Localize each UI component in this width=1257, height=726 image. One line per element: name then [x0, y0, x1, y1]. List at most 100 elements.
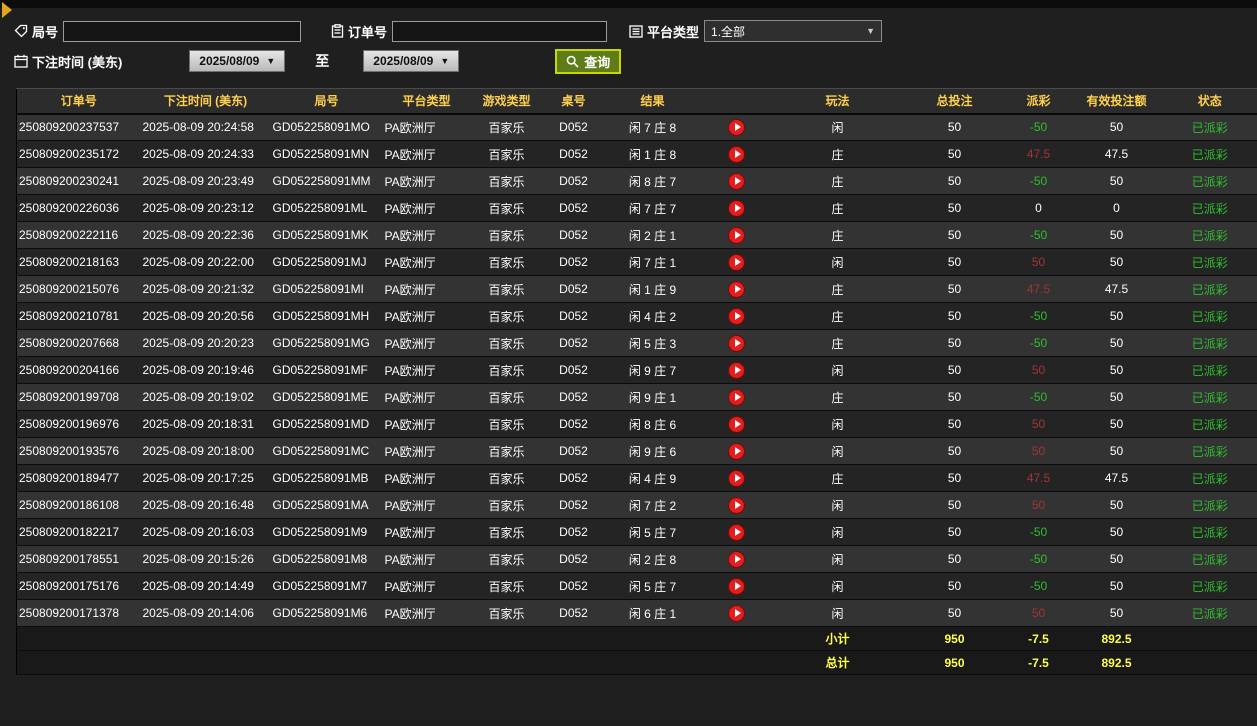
replay-cell: [700, 356, 773, 384]
payout-cell: 47.5: [1006, 140, 1071, 168]
round-number-input[interactable]: [63, 20, 302, 42]
bet-time-cell: 2025-08-09 20:24:33: [140, 140, 271, 168]
replay-play-icon[interactable]: [728, 523, 745, 541]
top-strip: [0, 0, 1257, 18]
valid-bet-cell: 50: [1070, 599, 1163, 627]
round-number-label: 局号: [32, 24, 59, 40]
order-cell: 250809200215076: [16, 275, 141, 303]
platform-type-label: 平台类型: [647, 24, 700, 40]
bet-time-cell: 2025-08-09 20:22:00: [140, 248, 271, 276]
table-number-cell: D052: [542, 356, 605, 384]
column-header: 平台类型: [382, 88, 471, 115]
play-type-cell: 庄: [772, 167, 903, 195]
table-row: 250809200222116 2025-08-09 20:22:36 GD0522…: [16, 221, 1257, 249]
payout-cell: 47.5: [1006, 275, 1071, 303]
game-type-cell: 百家乐: [470, 140, 543, 168]
status-cell: 已派彩: [1162, 545, 1257, 573]
play-type-cell: 庄: [772, 302, 903, 330]
round-cell: GD052258091M8: [270, 545, 383, 573]
filter-row-1: 局号 订单号 平台类型 1.全部 ▼: [14, 16, 1257, 46]
replay-cell: [700, 410, 773, 438]
date-to-button[interactable]: 2025/08/09 ▼: [363, 50, 460, 72]
total-payout: -7.5: [1006, 650, 1071, 675]
play-type-cell: 闲: [772, 572, 903, 600]
game-type-cell: 百家乐: [470, 464, 543, 492]
replay-play-icon[interactable]: [728, 118, 745, 136]
replay-cell: [700, 275, 773, 303]
bet-time-cell: 2025-08-09 20:19:02: [140, 383, 271, 411]
round-cell: GD052258091MB: [270, 464, 383, 492]
replay-play-icon[interactable]: [728, 604, 745, 622]
bet-time-cell: 2025-08-09 20:18:31: [140, 410, 271, 438]
total-spacer: [16, 650, 773, 675]
column-header: 有效投注额: [1070, 88, 1163, 115]
replay-play-icon[interactable]: [728, 145, 745, 163]
bet-time-cell: 2025-08-09 20:16:48: [140, 491, 271, 519]
platform-type-select[interactable]: 1.全部 ▼: [704, 20, 883, 42]
replay-play-icon[interactable]: [728, 307, 745, 325]
game-type-cell: 百家乐: [470, 518, 543, 546]
valid-bet-cell: 50: [1070, 437, 1163, 465]
replay-play-icon[interactable]: [728, 388, 745, 406]
payout-cell: 50: [1006, 248, 1071, 276]
table-row: 250809200178551 2025-08-09 20:15:26 GD0522…: [16, 545, 1257, 573]
status-cell: 已派彩: [1162, 275, 1257, 303]
table-number-cell: D052: [542, 518, 605, 546]
replay-play-icon[interactable]: [728, 496, 745, 514]
bet-time-cell: 2025-08-09 20:23:49: [140, 167, 271, 195]
order-cell: 250809200218163: [16, 248, 141, 276]
replay-play-icon[interactable]: [728, 361, 745, 379]
bet-time-cell: 2025-08-09 20:15:26: [140, 545, 271, 573]
table-number-cell: D052: [542, 572, 605, 600]
result-cell: 闲 9 庄 7: [604, 356, 701, 384]
valid-bet-cell: 50: [1070, 248, 1163, 276]
table-number-cell: D052: [542, 599, 605, 627]
result-cell: 闲 6 庄 1: [604, 599, 701, 627]
play-type-cell: 闲: [772, 248, 903, 276]
table-body: 250809200237537 2025-08-09 20:24:58 GD0522…: [16, 113, 1257, 627]
bet-time-cell: 2025-08-09 20:14:06: [140, 599, 271, 627]
table-row: 250809200204166 2025-08-09 20:19:46 GD0522…: [16, 356, 1257, 384]
replay-play-icon[interactable]: [728, 253, 745, 271]
order-cell: 250809200171378: [16, 599, 141, 627]
replay-play-icon[interactable]: [728, 442, 745, 460]
play-type-cell: 闲: [772, 113, 903, 141]
status-cell: 已派彩: [1162, 599, 1257, 627]
date-from-button[interactable]: 2025/08/09 ▼: [189, 50, 286, 72]
platform-cell: PA欧洲厅: [382, 572, 471, 600]
valid-bet-cell: 50: [1070, 383, 1163, 411]
status-cell: 已派彩: [1162, 491, 1257, 519]
column-header: 桌号: [542, 88, 605, 115]
replay-play-icon[interactable]: [728, 172, 745, 190]
replay-play-icon[interactable]: [728, 334, 745, 352]
valid-bet-cell: 47.5: [1070, 464, 1163, 492]
total-bet-cell: 50: [902, 140, 1007, 168]
valid-bet-cell: 50: [1070, 329, 1163, 357]
replay-play-icon[interactable]: [728, 550, 745, 568]
subtotal-spacer: [16, 626, 773, 651]
game-type-cell: 百家乐: [470, 491, 543, 519]
query-button-label: 查询: [584, 54, 611, 70]
replay-play-icon[interactable]: [728, 226, 745, 244]
game-type-cell: 百家乐: [470, 383, 543, 411]
bet-time-cell: 2025-08-09 20:18:00: [140, 437, 271, 465]
collapse-arrow-icon[interactable]: [2, 2, 12, 18]
order-number-input[interactable]: [392, 20, 608, 42]
replay-cell: [700, 518, 773, 546]
status-cell: 已派彩: [1162, 221, 1257, 249]
replay-play-icon[interactable]: [728, 415, 745, 433]
replay-play-icon[interactable]: [728, 280, 745, 298]
bet-time-cell: 2025-08-09 20:14:49: [140, 572, 271, 600]
replay-play-icon[interactable]: [728, 577, 745, 595]
order-cell: 250809200235172: [16, 140, 141, 168]
game-type-cell: 百家乐: [470, 167, 543, 195]
order-cell: 250809200189477: [16, 464, 141, 492]
game-type-cell: 百家乐: [470, 113, 543, 141]
order-cell: 250809200193576: [16, 437, 141, 465]
replay-play-icon[interactable]: [728, 199, 745, 217]
platform-type-value: 1.全部: [711, 24, 746, 39]
result-cell: 闲 7 庄 2: [604, 491, 701, 519]
replay-play-icon[interactable]: [728, 469, 745, 487]
query-button[interactable]: 查询: [555, 48, 622, 74]
play-type-cell: 庄: [772, 221, 903, 249]
